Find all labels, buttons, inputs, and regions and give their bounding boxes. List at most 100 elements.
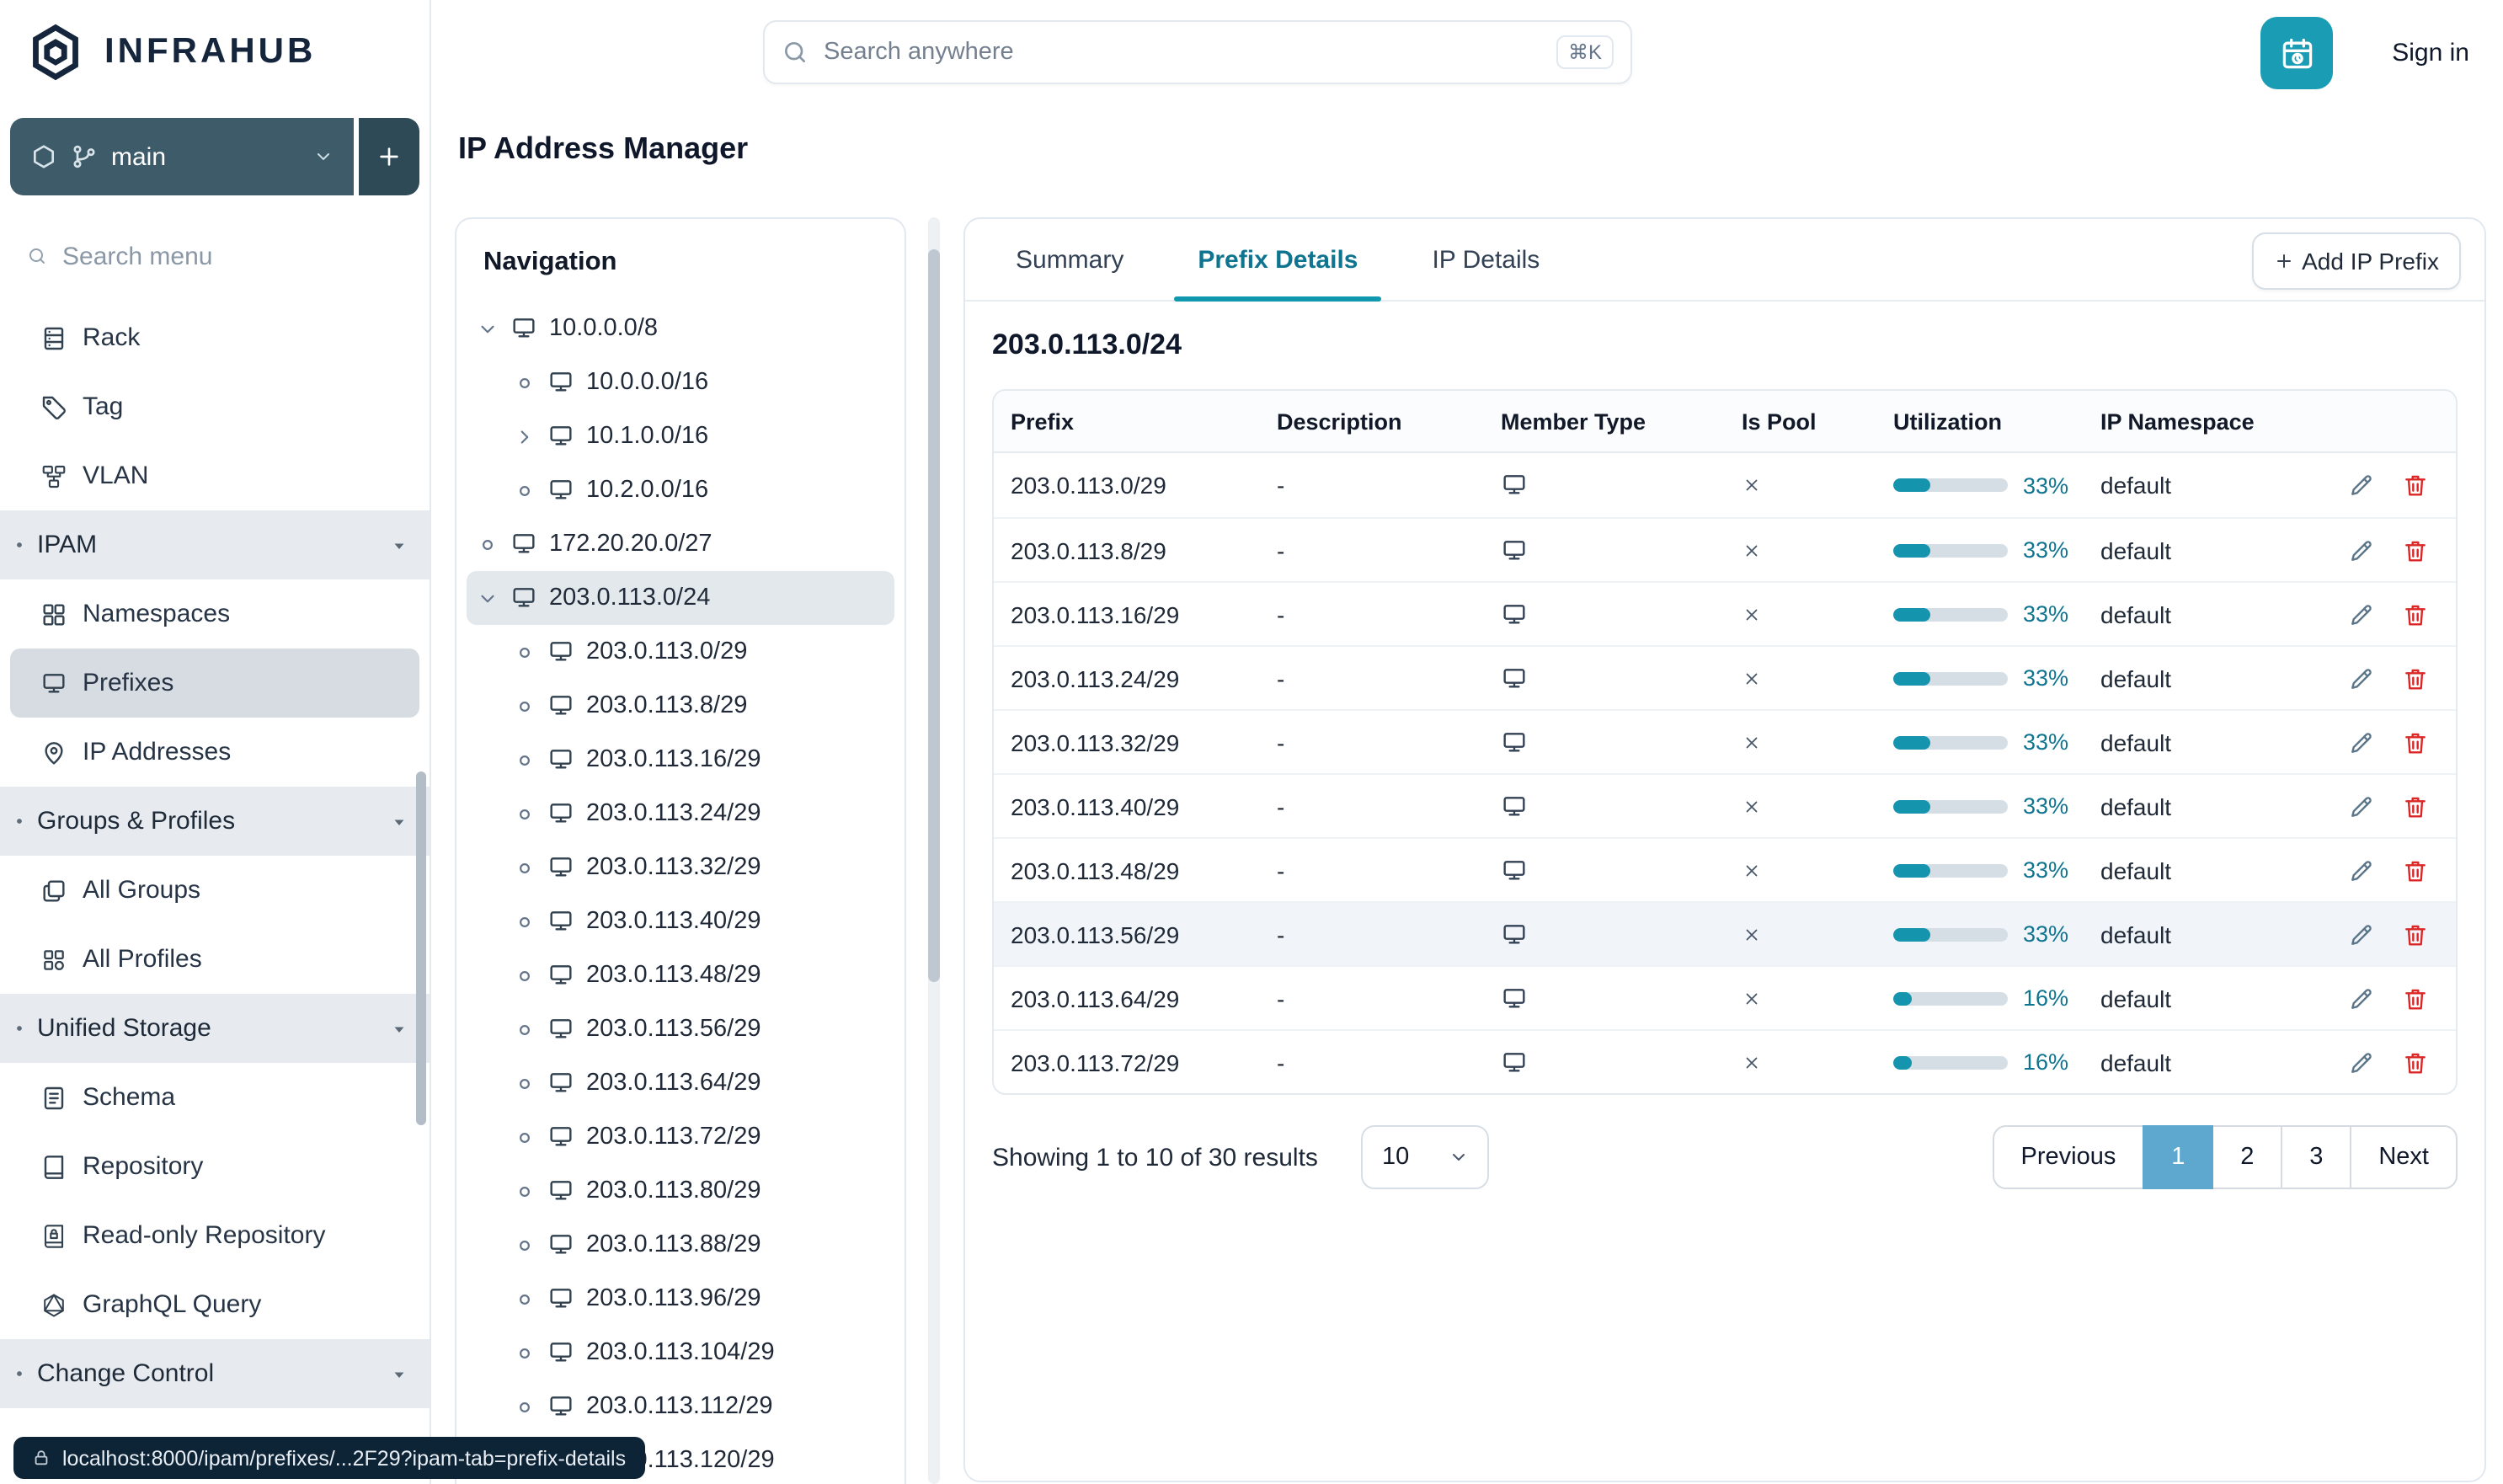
table-row[interactable]: 203.0.113.32/29- 33% default [994, 709, 2456, 773]
prefix-cell[interactable]: 203.0.113.8/29 [994, 536, 1260, 563]
sidebar-item-tag[interactable]: Tag [0, 372, 430, 441]
table-row[interactable]: 203.0.113.64/29- 16% default [994, 965, 2456, 1029]
edit-button[interactable] [2348, 1049, 2375, 1076]
table-row[interactable]: 203.0.113.16/29- 33% default [994, 581, 2456, 645]
tree-item-203-0-113-72-29[interactable]: 203.0.113.72/29 [467, 1110, 894, 1164]
sidebar-item-ip-addresses[interactable]: IP Addresses [0, 718, 430, 787]
pagination-3[interactable]: 3 [2281, 1125, 2352, 1189]
add-ip-prefix-button[interactable]: Add IP Prefix [2251, 232, 2461, 290]
tree-item-172-20-20-0-27[interactable]: 172.20.20.0/27 [467, 517, 894, 571]
table-row[interactable]: 203.0.113.8/29- 33% default [994, 517, 2456, 581]
sidebar-item-repository[interactable]: Repository [0, 1132, 430, 1201]
table-row[interactable]: 203.0.113.0/29- 33% default [994, 453, 2456, 517]
schedule-button[interactable] [2260, 17, 2333, 89]
sidebar-item-all-profiles[interactable]: All Profiles [0, 925, 430, 994]
prefix-cell[interactable]: 203.0.113.16/29 [994, 601, 1260, 627]
delete-button[interactable] [2402, 793, 2429, 819]
tree-item-203-0-113-0-24[interactable]: 203.0.113.0/24 [467, 571, 894, 625]
tree-item-203-0-113-0-29[interactable]: 203.0.113.0/29 [467, 625, 894, 679]
sidebar-item-schema[interactable]: Schema [0, 1063, 430, 1132]
delete-button[interactable] [2402, 985, 2429, 1012]
chevron-right-icon[interactable] [514, 425, 536, 447]
delete-button[interactable] [2402, 665, 2429, 691]
sidebar-scrollbar[interactable] [416, 771, 426, 1125]
tree-item-203-0-113-48-29[interactable]: 203.0.113.48/29 [467, 948, 894, 1002]
global-search-input[interactable] [824, 39, 1541, 66]
sidebar-section-groups-profiles[interactable]: Groups & Profiles [0, 787, 430, 856]
edit-button[interactable] [2348, 536, 2375, 563]
table-row[interactable]: 203.0.113.40/29- 33% default [994, 773, 2456, 837]
sidebar-item-rack[interactable]: Rack [0, 303, 430, 372]
chevron-down-icon[interactable] [477, 318, 499, 339]
page-size-select[interactable]: 10 [1361, 1125, 1490, 1189]
tree-item-203-0-113-40-29[interactable]: 203.0.113.40/29 [467, 894, 894, 948]
sidebar-section-change-control[interactable]: Change Control [0, 1339, 430, 1408]
delete-button[interactable] [2402, 729, 2429, 755]
delete-button[interactable] [2402, 536, 2429, 563]
table-row[interactable]: 203.0.113.56/29- 33% default [994, 901, 2456, 965]
sidebar-item-prefixes[interactable]: Prefixes [10, 649, 419, 718]
sidebar-section-ipam[interactable]: IPAM [0, 510, 430, 579]
tree-item-203-0-113-112-29[interactable]: 203.0.113.112/29 [467, 1380, 894, 1433]
edit-button[interactable] [2348, 665, 2375, 691]
edit-button[interactable] [2348, 729, 2375, 755]
edit-button[interactable] [2348, 472, 2375, 499]
prefix-cell[interactable]: 203.0.113.56/29 [994, 921, 1260, 948]
tree-item-203-0-113-24-29[interactable]: 203.0.113.24/29 [467, 787, 894, 841]
sidebar-item-graphql-query[interactable]: GraphQL Query [0, 1270, 430, 1339]
edit-button[interactable] [2348, 985, 2375, 1012]
pagination-2[interactable]: 2 [2212, 1125, 2283, 1189]
create-branch-button[interactable] [359, 118, 419, 195]
edit-button[interactable] [2348, 857, 2375, 883]
tree-item-203-0-113-32-29[interactable]: 203.0.113.32/29 [467, 841, 894, 894]
tree-item-203-0-113-64-29[interactable]: 203.0.113.64/29 [467, 1056, 894, 1110]
sidebar-item-namespaces[interactable]: Namespaces [0, 579, 430, 649]
table-row[interactable]: 203.0.113.72/29- 16% default [994, 1029, 2456, 1093]
tree-item-203-0-113-80-29[interactable]: 203.0.113.80/29 [467, 1164, 894, 1218]
chevron-down-icon[interactable] [477, 587, 499, 609]
edit-button[interactable] [2348, 601, 2375, 627]
tab-ip-details[interactable]: IP Details [1395, 219, 1577, 300]
delete-button[interactable] [2402, 921, 2429, 948]
tree-item-203-0-113-104-29[interactable]: 203.0.113.104/29 [467, 1326, 894, 1380]
edit-button[interactable] [2348, 793, 2375, 819]
sign-in-button[interactable]: Sign in [2392, 0, 2469, 104]
prefix-cell[interactable]: 203.0.113.40/29 [994, 793, 1260, 819]
prefix-cell[interactable]: 203.0.113.64/29 [994, 985, 1260, 1012]
delete-button[interactable] [2402, 857, 2429, 883]
branch-selector-button[interactable]: main [10, 118, 354, 195]
sidebar-item-all-groups[interactable]: All Groups [0, 856, 430, 925]
tree-item-10-0-0-0-16[interactable]: 10.0.0.0/16 [467, 355, 894, 409]
sidebar-section-unified-storage[interactable]: Unified Storage [0, 994, 430, 1063]
tree-item-10-2-0-0-16[interactable]: 10.2.0.0/16 [467, 463, 894, 517]
table-row[interactable]: 203.0.113.48/29- 33% default [994, 837, 2456, 901]
edit-button[interactable] [2348, 921, 2375, 948]
delete-button[interactable] [2402, 1049, 2429, 1076]
tree-item-label: 172.20.20.0/27 [549, 531, 712, 558]
panel-scrollbar-thumb[interactable] [928, 249, 940, 982]
tree-item-203-0-113-8-29[interactable]: 203.0.113.8/29 [467, 679, 894, 733]
prefix-cell[interactable]: 203.0.113.0/29 [994, 472, 1260, 499]
tree-item-203-0-113-16-29[interactable]: 203.0.113.16/29 [467, 733, 894, 787]
utilization-value: 33% [2023, 472, 2069, 498]
prefix-cell[interactable]: 203.0.113.48/29 [994, 857, 1260, 883]
pagination-next[interactable]: Next [2350, 1125, 2458, 1189]
pagination-1[interactable]: 1 [2143, 1125, 2214, 1189]
delete-button[interactable] [2402, 472, 2429, 499]
tree-item-203-0-113-56-29[interactable]: 203.0.113.56/29 [467, 1002, 894, 1056]
sidebar-item-read-only-repository[interactable]: Read-only Repository [0, 1201, 430, 1270]
tab-prefix-details[interactable]: Prefix Details [1161, 219, 1395, 302]
tree-item-203-0-113-88-29[interactable]: 203.0.113.88/29 [467, 1218, 894, 1272]
delete-button[interactable] [2402, 601, 2429, 627]
tree-item-10-0-0-0-8[interactable]: 10.0.0.0/8 [467, 302, 894, 355]
table-row[interactable]: 203.0.113.24/29- 33% default [994, 645, 2456, 709]
tab-summary[interactable]: Summary [979, 219, 1161, 300]
prefix-cell[interactable]: 203.0.113.32/29 [994, 729, 1260, 755]
prefix-cell[interactable]: 203.0.113.24/29 [994, 665, 1260, 691]
pagination-previous[interactable]: Previous [1992, 1125, 2145, 1189]
prefix-cell[interactable]: 203.0.113.72/29 [994, 1049, 1260, 1076]
tree-item-203-0-113-96-29[interactable]: 203.0.113.96/29 [467, 1272, 894, 1326]
tree-item-10-1-0-0-16[interactable]: 10.1.0.0/16 [467, 409, 894, 463]
sidebar-item-vlan[interactable]: VLAN [0, 441, 430, 510]
menu-search-input[interactable] [62, 242, 403, 270]
